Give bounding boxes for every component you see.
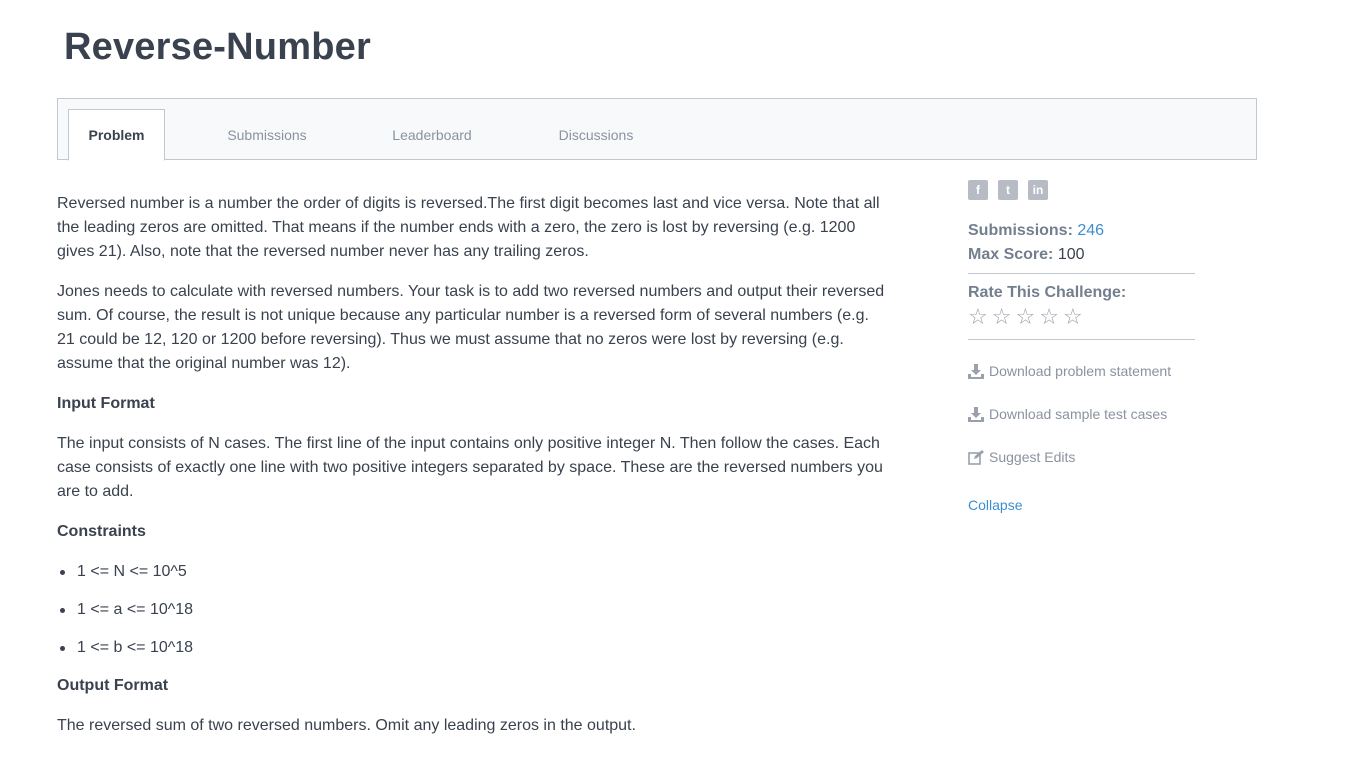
tab-submissions[interactable]: Submissions [208, 109, 326, 160]
problem-paragraph: Jones needs to calculate with reversed n… [57, 283, 885, 372]
constraints-list: 1 <= N <= 10^5 1 <= a <= 10^18 1 <= b <=… [57, 560, 887, 660]
download-statement-link[interactable]: Download problem statement [968, 363, 1171, 379]
rating-stars: ☆ ☆ ☆ ☆ ☆ [968, 304, 1083, 330]
suggest-edits-label: Suggest Edits [989, 449, 1076, 465]
download-icon [968, 363, 984, 379]
collapse-link[interactable]: Collapse [968, 497, 1022, 513]
star-icon[interactable]: ☆ [1039, 304, 1059, 330]
sidebar: f t in Submissions: 246 Max Score: 100 R… [968, 180, 1195, 513]
star-icon[interactable]: ☆ [1015, 304, 1035, 330]
output-format-text: The reversed sum of two reversed numbers… [57, 717, 636, 734]
star-icon[interactable]: ☆ [968, 304, 988, 330]
constraint-item: 1 <= a <= 10^18 [57, 598, 887, 622]
linkedin-icon[interactable]: in [1028, 180, 1048, 200]
max-score-label: Max Score: [968, 246, 1054, 263]
rate-challenge-label: Rate This Challenge: [968, 284, 1127, 301]
facebook-icon[interactable]: f [968, 180, 988, 200]
twitter-icon[interactable]: t [998, 180, 1018, 200]
download-tests-link[interactable]: Download sample test cases [968, 406, 1167, 422]
input-format-heading: Input Format [57, 395, 155, 412]
max-score-value: 100 [1057, 246, 1085, 263]
star-icon[interactable]: ☆ [1063, 304, 1083, 330]
edit-icon [968, 449, 984, 465]
divider [968, 339, 1195, 340]
suggest-edits-link[interactable]: Suggest Edits [968, 449, 1075, 465]
social-share: f t in [968, 180, 1195, 200]
tab-discussions[interactable]: Discussions [540, 109, 652, 160]
constraints-heading: Constraints [57, 523, 146, 540]
submissions-stat: Submissions: 246 [968, 222, 1104, 240]
problem-paragraph: Reversed number is a number the order of… [57, 195, 880, 260]
tab-leaderboard[interactable]: Leaderboard [376, 109, 488, 160]
page-title: Reverse-Number [64, 26, 371, 68]
divider [968, 273, 1195, 274]
output-format-heading: Output Format [57, 677, 169, 694]
constraint-item: 1 <= N <= 10^5 [57, 560, 887, 584]
input-format-text: The input consists of N cases. The first… [57, 435, 883, 500]
download-icon [968, 406, 984, 422]
tab-bar: Problem Submissions Leaderboard Discussi… [57, 98, 1257, 161]
submissions-label: Submissions: [968, 222, 1073, 239]
constraint-item: 1 <= b <= 10^18 [57, 636, 887, 660]
problem-statement: Reversed number is a number the order of… [57, 192, 887, 754]
submissions-count-link[interactable]: 246 [1077, 222, 1104, 239]
download-tests-label: Download sample test cases [989, 406, 1168, 422]
tab-problem[interactable]: Problem [68, 109, 165, 161]
max-score-stat: Max Score: 100 [968, 246, 1085, 264]
star-icon[interactable]: ☆ [992, 304, 1012, 330]
download-statement-label: Download problem statement [989, 363, 1172, 379]
